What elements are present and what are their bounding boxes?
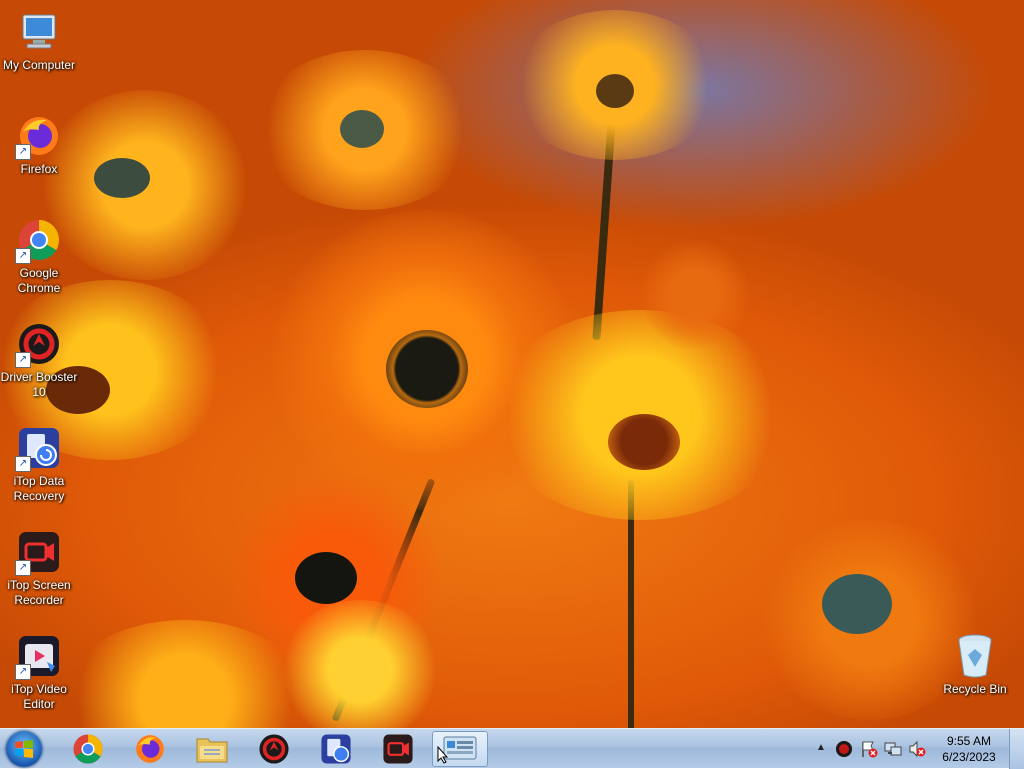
desktop-icon-label: iTop Screen Recorder (7, 578, 71, 607)
desktop-icon-label: My Computer (2, 58, 76, 72)
desktop-icon-label: iTop Video Editor (11, 682, 67, 711)
desktop-icon-driver-booster[interactable]: ↗ Driver Booster 10 (0, 320, 78, 400)
driver-booster-icon (259, 734, 289, 764)
computer-icon (15, 8, 63, 56)
desktop-icon-label: Firefox (20, 162, 58, 176)
shortcut-arrow-icon: ↗ (15, 248, 31, 264)
desktop-icon-itop-data-recovery[interactable]: ↗ iTop Data Recovery (0, 424, 78, 504)
volume-muted-icon[interactable] (908, 740, 926, 758)
desktop-icon-label: Driver Booster 10 (0, 370, 78, 399)
flower-center (386, 330, 468, 408)
shortcut-arrow-icon: ↗ (15, 664, 31, 680)
clock-time: 9:55 AM (946, 734, 992, 748)
show-hidden-icons-button[interactable]: ▲ (816, 742, 826, 753)
flower-center (340, 110, 384, 148)
itop-data-recovery-icon: ↗ (15, 424, 63, 472)
show-desktop-button[interactable] (1009, 729, 1024, 769)
shortcut-arrow-icon: ↗ (15, 352, 31, 368)
desktop-icon-google-chrome[interactable]: ↗ Google Chrome (0, 216, 78, 296)
flower-center (608, 414, 680, 470)
desktop-icon-label: Google Chrome (17, 266, 61, 295)
chrome-icon (73, 734, 103, 764)
flower-center (295, 552, 357, 604)
shortcut-arrow-icon: ↗ (15, 456, 31, 472)
taskbar-itop-screen-recorder-button[interactable] (370, 731, 426, 767)
system-tray: ▲ 9:55 AM 6/23/2023 (814, 729, 1024, 769)
desktop-wallpaper (0, 0, 1024, 728)
shortcut-arrow-icon: ↗ (15, 560, 31, 576)
file-explorer-icon (196, 738, 228, 763)
system-clock[interactable]: 9:55 AM 6/23/2023 (936, 733, 1002, 765)
itop-video-editor-icon: ↗ (15, 632, 63, 680)
desktop-icon-firefox[interactable]: ↗ Firefox (0, 112, 78, 177)
action-center-icon[interactable] (860, 740, 878, 758)
clock-date: 6/23/2023 (942, 750, 996, 764)
taskbar-control-panel-button[interactable] (432, 731, 488, 767)
taskbar-driver-booster-button[interactable] (246, 731, 302, 767)
shortcut-arrow-icon: ↗ (15, 144, 31, 160)
taskbar-chrome-button[interactable] (60, 731, 116, 767)
itop-screen-recorder-icon: ↗ (15, 528, 63, 576)
desktop-icon-itop-video-editor[interactable]: ↗ iTop Video Editor (0, 632, 78, 712)
firefox-icon: ↗ (15, 112, 63, 160)
driver-booster-tray-icon[interactable] (836, 741, 852, 757)
chrome-icon: ↗ (15, 216, 63, 264)
windows-logo-icon (15, 740, 33, 758)
flower (280, 600, 440, 728)
start-button[interactable] (6, 731, 42, 767)
desktop-icon-label: Recycle Bin (943, 682, 1007, 696)
desktop-icon-itop-screen-recorder[interactable]: ↗ iTop Screen Recorder (0, 528, 78, 608)
recycle-bin-icon (951, 632, 999, 680)
taskbar-firefox-button[interactable] (122, 731, 178, 767)
flower (640, 240, 750, 350)
itop-screen-recorder-icon (383, 734, 413, 764)
taskbar-itop-data-recovery-button[interactable] (308, 731, 364, 767)
desktop-icon-recycle-bin[interactable]: Recycle Bin (936, 632, 1014, 697)
firefox-icon (136, 735, 164, 763)
flower-center (822, 574, 892, 634)
desktop-icon-label: iTop Data Recovery (13, 474, 65, 503)
itop-data-recovery-icon (321, 734, 351, 764)
taskbar: ▲ 9:55 AM 6/23/2023 (0, 728, 1024, 769)
taskbar-file-explorer-button[interactable] (184, 731, 240, 767)
flower-center (596, 74, 634, 108)
network-icon[interactable] (884, 740, 902, 758)
flower-center (94, 158, 150, 198)
driver-booster-icon: ↗ (15, 320, 63, 368)
desktop-icon-my-computer[interactable]: My Computer (0, 8, 78, 73)
mouse-cursor-icon (437, 746, 449, 764)
